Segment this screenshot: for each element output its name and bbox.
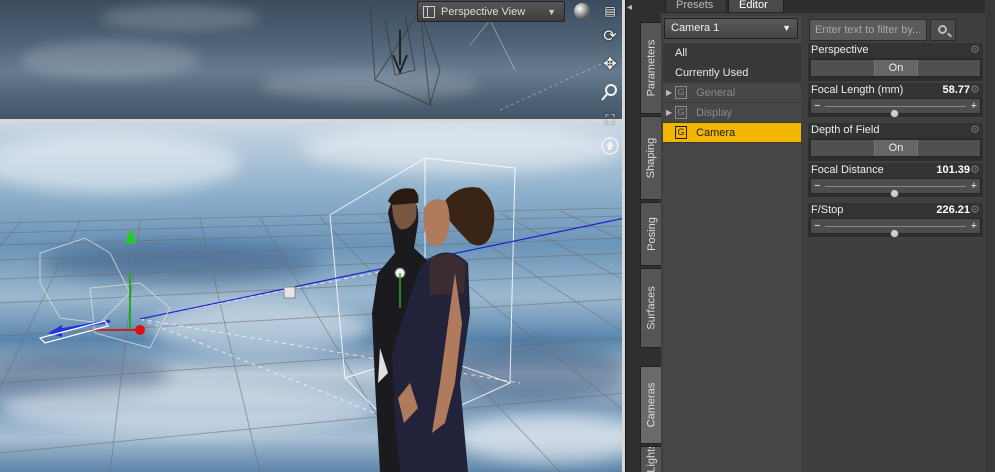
- camera-editor-panel: Presets Editor Camera 1 ▼ All Currently …: [661, 0, 995, 472]
- group-icon: G: [675, 85, 687, 99]
- gear-icon[interactable]: ⚙: [969, 124, 981, 136]
- minus-icon[interactable]: −: [814, 180, 820, 192]
- home-icon[interactable]: [599, 135, 621, 157]
- slider-knob[interactable]: [890, 229, 900, 238]
- chevron-down-icon: ▼: [782, 23, 791, 33]
- shading-sphere-icon[interactable]: [571, 0, 593, 22]
- slider-track[interactable]: [825, 186, 966, 198]
- focal-length-slider[interactable]: − +: [810, 98, 981, 118]
- slider-track[interactable]: [825, 106, 966, 118]
- view-selector-label: Perspective View: [441, 5, 526, 18]
- chevron-down-icon: ▼: [547, 7, 556, 17]
- property-value[interactable]: 58.77: [942, 83, 970, 98]
- gear-icon[interactable]: ⚙: [969, 164, 981, 176]
- depth-of-field-toggle[interactable]: On: [810, 139, 981, 157]
- property-label: Depth of Field: [811, 124, 880, 136]
- view-selector-dropdown[interactable]: Perspective View ▼: [417, 1, 565, 22]
- gear-icon[interactable]: ⚙: [969, 44, 981, 56]
- property-focal-length: Focal Length (mm) 58.77 ⚙ − +: [808, 83, 983, 118]
- property-value[interactable]: 226.21: [936, 203, 970, 218]
- focal-distance-slider[interactable]: − +: [810, 178, 981, 198]
- slider-knob[interactable]: [890, 109, 900, 118]
- move-icon[interactable]: ✥: [599, 53, 621, 75]
- collapse-arrow-icon[interactable]: ◂: [627, 2, 632, 13]
- panel-tab-bar: Presets Editor: [661, 0, 995, 13]
- property-perspective: Perspective ⚙ On: [808, 43, 983, 81]
- tab-editor[interactable]: Editor: [728, 0, 784, 13]
- side-tab-strip: Parameters Shaping Posing Surfaces Camer…: [625, 0, 662, 472]
- gear-icon[interactable]: ⚙: [969, 84, 981, 96]
- panel-scroll-edge[interactable]: [985, 0, 995, 472]
- property-label: Focal Distance: [811, 164, 884, 176]
- property-value[interactable]: 101.39: [936, 163, 970, 178]
- plus-icon[interactable]: +: [971, 220, 977, 232]
- camera-node-select[interactable]: Camera 1 ▼: [664, 18, 798, 39]
- frame-icon[interactable]: ⛶: [599, 109, 621, 131]
- filter-search-button[interactable]: [930, 19, 956, 41]
- minus-icon[interactable]: −: [814, 100, 820, 112]
- figures-couple: [372, 187, 495, 472]
- search-icon: [937, 24, 947, 34]
- tab-posing[interactable]: Posing: [640, 202, 662, 266]
- property-focal-distance: Focal Distance 101.39 ⚙ − +: [808, 163, 983, 198]
- toggle-on-button[interactable]: On: [874, 140, 918, 156]
- property-depth-of-field: Depth of Field ⚙ On: [808, 123, 983, 161]
- tab-parameters[interactable]: Parameters: [640, 22, 662, 114]
- minus-icon[interactable]: −: [814, 220, 820, 232]
- property-group-tree: Camera 1 ▼ All Currently Used ▶ G Genera…: [663, 16, 801, 472]
- top-viewport-pane[interactable]: Perspective View ▼ ▤ ⟳ ✥: [0, 0, 625, 119]
- main-viewport-pane[interactable]: [0, 123, 625, 472]
- plus-icon[interactable]: +: [971, 180, 977, 192]
- tab-lights[interactable]: Lights: [640, 446, 662, 472]
- expand-triangle-icon[interactable]: ▶: [666, 103, 672, 123]
- property-label: Perspective: [811, 44, 869, 56]
- property-label: F/Stop: [811, 204, 844, 216]
- slider-track[interactable]: [825, 226, 966, 238]
- f-stop-slider[interactable]: − +: [810, 218, 981, 238]
- tab-presets[interactable]: Presets: [665, 0, 727, 13]
- slider-knob[interactable]: [890, 189, 900, 198]
- expand-triangle-icon[interactable]: ▶: [666, 83, 672, 103]
- property-label: Focal Length (mm): [811, 84, 904, 96]
- tree-item-all[interactable]: All: [663, 43, 801, 63]
- viewport[interactable]: Perspective View ▼ ▤ ⟳ ✥ ⛶: [0, 0, 625, 472]
- tree-item-general[interactable]: ▶ G General: [663, 83, 801, 103]
- perspective-toggle[interactable]: On: [810, 59, 981, 77]
- tree-item-display[interactable]: ▶ G Display: [663, 103, 801, 123]
- group-icon: G: [675, 105, 687, 119]
- tab-surfaces[interactable]: Surfaces: [640, 268, 662, 348]
- tree-item-currently-used[interactable]: Currently Used: [663, 63, 801, 83]
- zoom-icon[interactable]: [599, 81, 621, 103]
- group-icon: G: [675, 125, 687, 139]
- tree-item-camera[interactable]: G Camera: [663, 123, 801, 143]
- tab-cameras[interactable]: Cameras: [640, 366, 662, 444]
- plus-icon[interactable]: +: [971, 100, 977, 112]
- view-layout-icon: [423, 5, 435, 18]
- filter-input[interactable]: [809, 19, 927, 41]
- property-list: Perspective ⚙ On Focal Length (mm) 58.77…: [808, 16, 983, 472]
- toggle-on-button[interactable]: On: [874, 60, 918, 76]
- orbit-icon[interactable]: ⟳: [599, 25, 621, 47]
- tab-shaping[interactable]: Shaping: [640, 116, 662, 200]
- gear-icon[interactable]: ⚙: [969, 204, 981, 216]
- viewport-menu-icon[interactable]: ▤: [599, 0, 621, 22]
- camera-node-label: Camera 1: [671, 22, 720, 34]
- property-f-stop: F/Stop 226.21 ⚙ − +: [808, 203, 983, 238]
